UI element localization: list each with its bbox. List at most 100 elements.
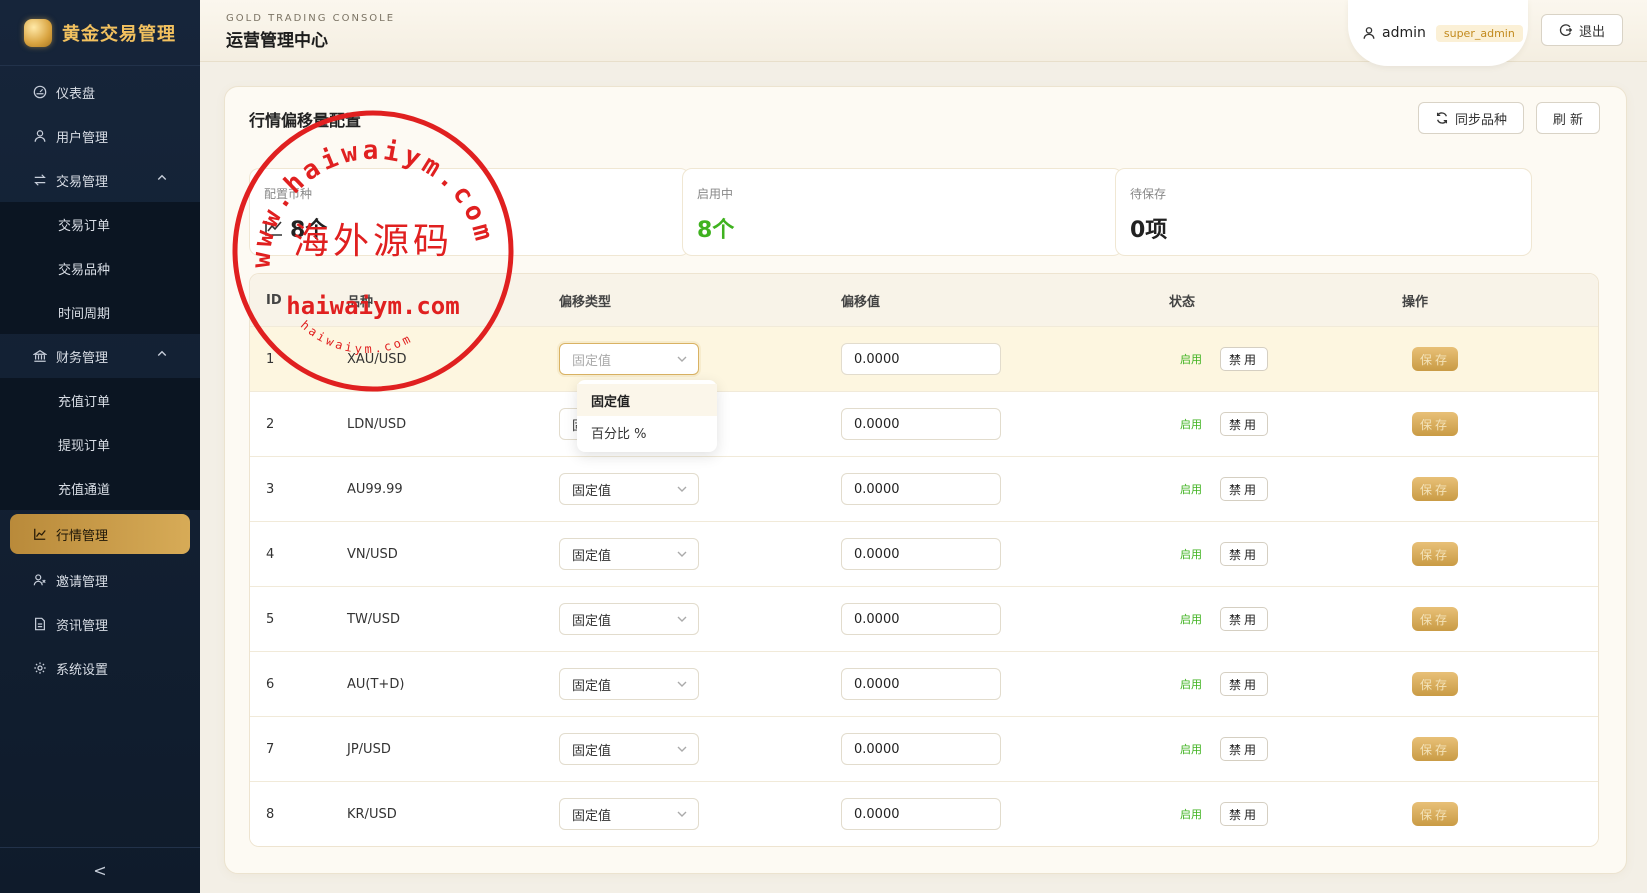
sidebar-item-invite[interactable]: 邀请管理 [0, 558, 200, 602]
offset-value-input[interactable]: 0.0000 [841, 538, 1001, 570]
disable-button[interactable]: 禁用 [1220, 412, 1269, 436]
table-row: 6 AU(T+D) 固定值 0.0000 启用 禁用 保存 [250, 651, 1598, 716]
save-button[interactable]: 保存 [1412, 672, 1458, 696]
disable-button[interactable]: 禁用 [1220, 802, 1269, 826]
offset-value-input[interactable]: 0.0000 [841, 798, 1001, 830]
sidebar-item-market[interactable]: 行情管理 [10, 514, 190, 554]
sidebar-item-dashboard[interactable]: 仪表盘 [0, 70, 200, 114]
cell-actions: 保存 [1402, 477, 1598, 501]
offset-type-select[interactable]: 固定值 [559, 473, 699, 505]
sidebar-item-finance[interactable]: 财务管理 [0, 334, 200, 378]
disable-button[interactable]: 禁用 [1220, 672, 1269, 696]
cell-status: 启用 禁用 [1169, 347, 1402, 371]
offset-type-select[interactable]: 固定值 [559, 603, 699, 635]
sidebar-item-label: 交易管理 [56, 174, 109, 190]
disable-button[interactable]: 禁用 [1220, 477, 1269, 501]
sidebar-item-settings[interactable]: 系统设置 [0, 646, 200, 690]
refresh-button[interactable]: 刷 新 [1536, 102, 1600, 134]
select-value: 固定值 [572, 808, 612, 824]
table-row: 1 XAU/USD 固定值 0.0000 启用 禁用 保存 [250, 326, 1598, 391]
sync-symbols-button[interactable]: 同步品种 [1418, 102, 1524, 134]
cell-symbol: VN/USD [347, 546, 398, 562]
offset-type-select[interactable]: 固定值 [559, 538, 699, 570]
cell-id: 5 [266, 611, 275, 627]
user-menu[interactable]: admin super_admin [1348, 0, 1528, 66]
disable-button[interactable]: 禁用 [1220, 737, 1269, 761]
logout-button[interactable]: 退出 [1541, 14, 1623, 46]
cell-id: 3 [266, 481, 275, 497]
status-badge: 启用 [1180, 353, 1202, 366]
select-value: 固定值 [572, 613, 612, 629]
cell-offset-type: 固定值 [559, 733, 841, 765]
sidebar-item-label: 充值订单 [58, 394, 111, 410]
cell-status: 启用 禁用 [1169, 477, 1402, 501]
brand-title: 黄金交易管理 [62, 23, 176, 45]
user-icon [1362, 26, 1376, 40]
offset-type-select[interactable]: 固定值 [559, 668, 699, 700]
cell-id: 8 [266, 806, 275, 822]
collapse-sidebar-button[interactable]: < [0, 847, 200, 893]
cell-id: 4 [266, 546, 275, 562]
save-button[interactable]: 保存 [1412, 477, 1458, 501]
stat-value-text: 8个 [290, 218, 328, 243]
sync-label: 同步品种 [1454, 112, 1507, 128]
disable-button[interactable]: 禁用 [1220, 347, 1269, 371]
refresh-label: 刷 新 [1552, 112, 1584, 128]
offset-value-input[interactable]: 0.0000 [841, 473, 1001, 505]
disable-button[interactable]: 禁用 [1220, 607, 1269, 631]
chevron-left-icon: < [93, 861, 107, 880]
offset-value-input[interactable]: 0.0000 [841, 668, 1001, 700]
cell-id: 7 [266, 741, 275, 757]
sidebar-item-news[interactable]: 资讯管理 [0, 602, 200, 646]
stat-label: 配置币种 [264, 187, 313, 201]
sync-icon [1435, 111, 1449, 125]
offset-value-input[interactable]: 0.0000 [841, 733, 1001, 765]
offset-type-select[interactable]: 固定值 [559, 343, 699, 375]
cell-id: 1 [266, 351, 275, 367]
status-badge: 启用 [1180, 743, 1202, 756]
sidebar-item-trade-orders[interactable]: 交易订单 [0, 202, 200, 246]
chevron-down-icon [676, 808, 688, 820]
sidebar-item-deposit-channels[interactable]: 充值通道 [0, 466, 200, 510]
chart-line-icon [32, 526, 48, 542]
save-button[interactable]: 保存 [1412, 542, 1458, 566]
stat-label: 启用中 [697, 187, 734, 201]
dropdown-option-fixed[interactable]: 固定值 [577, 384, 717, 416]
table-row: 2LDN/USD固定值0.0000启用禁用保存 [250, 391, 1598, 456]
sidebar-item-trading[interactable]: 交易管理 [0, 158, 200, 202]
status-badge: 启用 [1180, 678, 1202, 691]
status-badge: 启用 [1180, 418, 1202, 431]
dropdown-option-percent[interactable]: 百分比 % [577, 416, 717, 448]
offset-type-select[interactable]: 固定值 [559, 798, 699, 830]
sidebar-item-deposit-orders[interactable]: 充值订单 [0, 378, 200, 422]
save-button[interactable]: 保存 [1412, 607, 1458, 631]
invite-icon [32, 572, 48, 588]
save-button[interactable]: 保存 [1412, 802, 1458, 826]
col-offset-value: 偏移值 [841, 294, 881, 310]
page-title: 行情偏移量配置 [249, 111, 362, 130]
cell-actions: 保存 [1402, 607, 1598, 631]
save-button[interactable]: 保存 [1412, 412, 1458, 436]
save-button[interactable]: 保存 [1412, 737, 1458, 761]
sidebar-item-withdraw-orders[interactable]: 提现订单 [0, 422, 200, 466]
disable-button[interactable]: 禁用 [1220, 542, 1269, 566]
select-value: 固定值 [572, 743, 612, 759]
offset-value-input[interactable]: 0.0000 [841, 408, 1001, 440]
offset-config-card: 行情偏移量配置 同步品种 刷 新 配置币种 8个 启用中 8个 待保存 0项 I… [224, 86, 1627, 874]
sidebar-item-users[interactable]: 用户管理 [0, 114, 200, 158]
offset-value-input[interactable]: 0.0000 [841, 343, 1001, 375]
chevron-down-icon [676, 548, 688, 560]
sidebar-item-label: 用户管理 [56, 130, 109, 146]
cell-actions: 保存 [1402, 737, 1598, 761]
cell-offset-value: 0.0000 [841, 798, 1169, 830]
stat-value: 8个 [264, 212, 675, 244]
sidebar-item-trade-symbols[interactable]: 交易品种 [0, 246, 200, 290]
offset-type-select[interactable]: 固定值 [559, 733, 699, 765]
sidebar-item-time-periods[interactable]: 时间周期 [0, 290, 200, 334]
sidebar: 黄金交易管理 仪表盘 用户管理 交易管理 交易订单 交易品种 时间周期 财务管理… [0, 0, 200, 893]
select-value: 固定值 [572, 353, 612, 369]
save-button[interactable]: 保存 [1412, 347, 1458, 371]
cell-symbol: AU(T+D) [347, 676, 405, 692]
col-status: 状态 [1169, 294, 1196, 310]
offset-value-input[interactable]: 0.0000 [841, 603, 1001, 635]
